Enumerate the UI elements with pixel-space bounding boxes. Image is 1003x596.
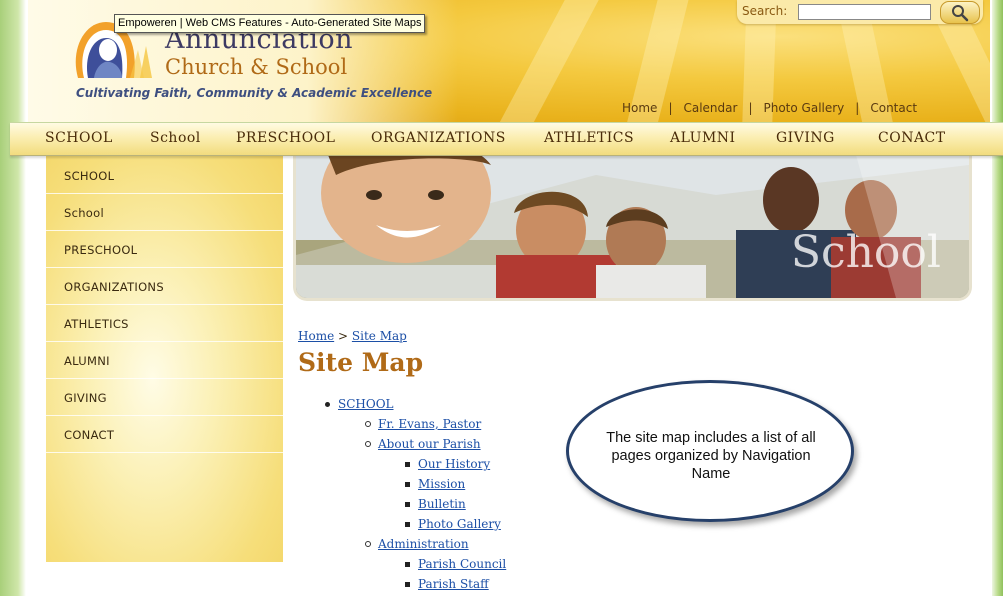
sidebar-item-label: GIVING [64,391,107,405]
page-title: Site Map [298,348,424,377]
sitemap-link-level2: Fr. Evans, Pastor [378,417,481,431]
sidebar-item-label: ALUMNI [64,354,110,368]
sitemap-link-level3: Mission [418,477,465,491]
sidebar-item-athletics[interactable]: ATHLETICS [46,305,283,342]
annotation-callout: The site map includes a list of all page… [566,380,854,522]
bullet-square [405,522,410,527]
sidebar-item-label: ATHLETICS [64,317,129,331]
nav-item-athletics[interactable]: ATHLETICS [544,130,634,146]
sitemap-link[interactable]: Fr. Evans, Pastor [378,417,481,431]
breadcrumb-home-link[interactable]: Home [298,329,334,343]
sitemap-link-level2: Administration [378,537,469,551]
divider: | [748,101,753,115]
nav-item-school[interactable]: School [150,130,201,146]
sidebar-item-school-caps[interactable]: SCHOOL [46,157,283,194]
toplink-photo-gallery[interactable]: Photo Gallery [764,101,845,115]
search-input[interactable] [798,4,931,20]
bullet-square [405,562,410,567]
sitemap-link[interactable]: Parish Staff [418,577,489,591]
search-box: Search: [737,0,983,24]
sitemap-link-level2: About our Parish [378,437,481,451]
breadcrumb-separator: > [338,329,349,343]
sitemap-link-level3: Our History [418,457,490,471]
breadcrumb: Home > Site Map [298,329,407,343]
sidebar-item-label: School [64,206,104,220]
magnifier-icon [952,5,969,22]
nav-item-giving[interactable]: GIVING [776,130,835,146]
sitemap-link[interactable]: Administration [378,537,469,551]
breadcrumb-current-link[interactable]: Site Map [352,329,407,343]
search-button[interactable] [940,1,980,24]
sitemap-link[interactable]: SCHOOL [338,397,394,411]
nav-item-alumni[interactable]: ALUMNI [670,130,736,146]
divider: | [668,101,673,115]
toplink-calendar[interactable]: Calendar [683,101,737,115]
sitemap-link[interactable]: Bulletin [418,497,466,511]
sidebar-item-school[interactable]: School [46,194,283,231]
search-label: Search: [742,4,788,18]
main-navigation: SCHOOL School PRESCHOOL ORGANIZATIONS AT… [10,122,1003,156]
sitemap-link[interactable]: Photo Gallery [418,517,501,531]
sitemap-link[interactable]: Our History [418,457,490,471]
callout-text: The site map includes a list of all page… [606,430,816,482]
sidebar-item-label: SCHOOL [64,169,115,183]
bullet-square [405,582,410,587]
bullet-circle [365,421,371,427]
toplink-contact[interactable]: Contact [870,101,917,115]
sidebar-item-preschool[interactable]: PRESCHOOL [46,231,283,268]
bullet-square [405,502,410,507]
sitemap-link[interactable]: About our Parish [378,437,481,451]
sidebar-item-conact[interactable]: CONACT [46,416,283,453]
bullet-circle [365,541,371,547]
nav-item-organizations[interactable]: ORGANIZATIONS [371,130,506,146]
bullet-square [405,462,410,467]
banner-title: School [790,227,941,278]
sidebar-item-giving[interactable]: GIVING [46,379,283,416]
sidebar-item-label: CONACT [64,428,115,442]
sitemap-link-level3: Bulletin [418,497,466,511]
logo-tagline: Cultivating Faith, Community & Academic … [76,86,433,100]
sitemap-link-level3: Parish Council [418,557,506,571]
utility-links: Home | Calendar | Photo Gallery | Contact [622,101,917,115]
toplink-home[interactable]: Home [622,101,657,115]
sidebar-item-alumni[interactable]: ALUMNI [46,342,283,379]
nav-item-conact[interactable]: CONACT [878,130,946,146]
sitemap-link-level3: Parish Staff [418,577,489,591]
nav-item-school-caps[interactable]: SCHOOL [45,130,113,146]
hero-banner: School [293,155,972,301]
sidebar-item-label: PRESCHOOL [64,243,138,257]
bullet-square [405,482,410,487]
sidebar: SCHOOL School PRESCHOOL ORGANIZATIONS AT… [46,155,283,562]
bullet-circle [365,441,371,447]
divider: | [855,101,860,115]
bullet-disc [325,402,330,407]
logo-subtitle: Church & School [165,55,348,79]
sitemap-link-level1: SCHOOL [338,397,394,411]
sitemap-link[interactable]: Parish Council [418,557,506,571]
sitemap-link-level3: Photo Gallery [418,517,501,531]
sidebar-item-organizations[interactable]: ORGANIZATIONS [46,268,283,305]
browser-tooltip: Empoweren | Web CMS Features - Auto-Gene… [114,14,426,33]
sitemap-link[interactable]: Mission [418,477,465,491]
nav-item-preschool[interactable]: PRESCHOOL [236,130,335,146]
sidebar-item-label: ORGANIZATIONS [64,280,164,294]
